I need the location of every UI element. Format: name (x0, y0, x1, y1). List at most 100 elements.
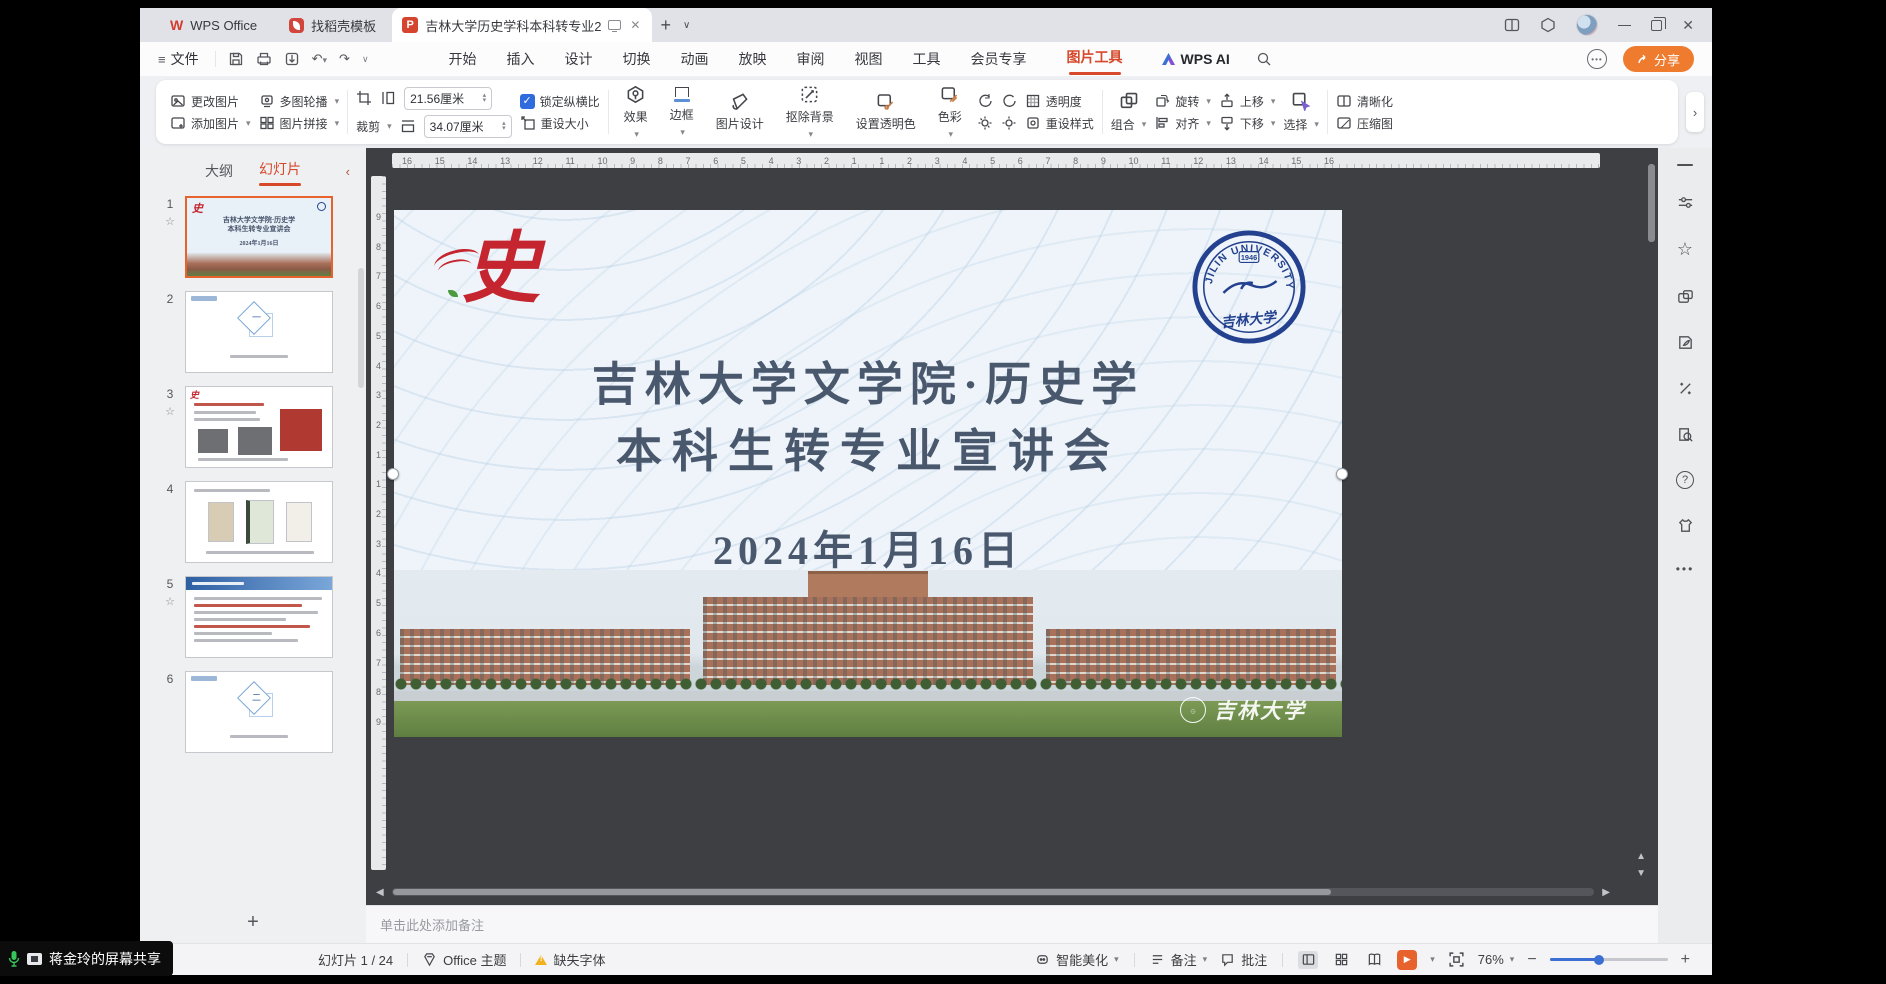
thumbnail-slide-2[interactable]: 一 (185, 291, 333, 373)
height-input[interactable]: 21.56厘米 ▴▾ (404, 87, 492, 110)
split-view-icon[interactable] (1504, 17, 1520, 33)
add-slide-button[interactable] (140, 905, 366, 939)
screen-share-badge[interactable]: 蒋金玲的屏幕共享 (0, 941, 173, 976)
history-logo[interactable]: 史 (440, 224, 550, 319)
thumbnail-slide-5[interactable] (185, 576, 333, 658)
theme-skin-icon[interactable] (1676, 516, 1695, 535)
slide-canvas[interactable]: 1615141312111098765432112345678910111213… (366, 148, 1658, 905)
save-icon[interactable] (228, 51, 244, 67)
sidebar-scrollbar[interactable] (358, 268, 364, 388)
crop-icon[interactable] (356, 90, 372, 106)
slide-editing-area[interactable]: 史 JILIN UNIVERSITY · CHINA 1946 吉林大 (394, 210, 1342, 737)
smart-beautify-button[interactable]: 智能美化▾ (1035, 950, 1119, 969)
reset-style-button[interactable]: 重设样式 (1025, 115, 1094, 132)
menu-tab[interactable]: 切换 (623, 49, 651, 69)
restore-window-icon[interactable] (1651, 20, 1662, 31)
menu-tab[interactable]: 插入 (507, 49, 535, 69)
thumbnail-slide-1[interactable]: 史 吉林大学文学院·历史学本科生转专业宣讲会 2024年1月16日 (185, 196, 333, 278)
tab-outline[interactable]: 大纲 (205, 161, 233, 181)
menu-tab[interactable]: 设计 (565, 49, 593, 69)
slide-title-line2[interactable]: 本科生转专业宣讲会 (394, 415, 1342, 481)
rotate-button[interactable]: 旋转 (1154, 93, 1211, 110)
slide-date[interactable]: 2024年1月16日 (394, 518, 1342, 576)
quickbar-more-chevron-icon[interactable]: ∨ (362, 54, 369, 65)
properties-sliders-icon[interactable] (1676, 193, 1695, 212)
close-window-icon[interactable]: ✕ (1682, 17, 1694, 34)
border-button[interactable]: 边框 (663, 86, 701, 138)
slide-sorter-view-button[interactable] (1331, 951, 1351, 969)
document-search-icon[interactable] (1676, 425, 1695, 444)
previous-slide-button[interactable]: ▲ (1636, 852, 1646, 862)
tab-list-chevron-icon[interactable]: ∨ (679, 20, 694, 31)
normal-view-button[interactable] (1298, 951, 1318, 969)
set-transparent-color-button[interactable]: 设置透明色 (849, 92, 923, 132)
transparency-button[interactable]: 透明度 (1025, 93, 1082, 110)
multi-picture-carousel-button[interactable]: 多图轮播 (259, 93, 340, 110)
comment-button[interactable]: 批注 (1220, 950, 1267, 969)
crop-button[interactable]: 裁剪 (356, 118, 392, 135)
menu-tab[interactable]: 会员专享 (971, 49, 1027, 69)
group-button[interactable]: 组合 (1111, 116, 1147, 133)
selection-handle-right[interactable] (1336, 468, 1348, 480)
effects-button[interactable]: 效果 (617, 85, 655, 140)
color-button[interactable]: 色彩 (931, 85, 969, 140)
width-input[interactable]: 34.07厘米 ▴▾ (424, 115, 512, 138)
menu-tab[interactable]: 动画 (681, 49, 709, 69)
theme-button[interactable]: Office 主题 (422, 950, 506, 969)
help-icon[interactable]: ? (1676, 471, 1694, 489)
campus-photo[interactable]: ۞ 吉林大学 (394, 570, 1342, 737)
print-icon[interactable] (256, 51, 272, 67)
missing-font-warning[interactable]: 缺失字体 (535, 950, 605, 969)
undo-icon[interactable]: ↶▾ (312, 51, 327, 67)
scroll-right-arrow-icon[interactable]: ▶ (1602, 887, 1610, 898)
favorites-star-icon[interactable] (1677, 239, 1693, 260)
zoom-level[interactable]: 76%▾ (1478, 952, 1515, 967)
export-icon[interactable] (284, 51, 300, 67)
app-cube-icon[interactable] (1540, 17, 1556, 33)
vertical-scrollbar[interactable] (1648, 164, 1655, 242)
next-slide-button[interactable]: ▼ (1636, 869, 1646, 879)
minimize-window-icon[interactable] (1618, 25, 1631, 26)
tab-picture-tools-active[interactable]: 图片工具 (1067, 47, 1123, 71)
move-down-button[interactable]: 下移 (1219, 115, 1276, 132)
horizontal-scrollbar[interactable] (392, 888, 1594, 896)
design-assistant-icon[interactable] (1676, 333, 1695, 352)
lock-aspect-ratio-toggle[interactable]: 锁定纵横比 (520, 93, 600, 110)
notes-toggle-button[interactable]: 备注▾ (1150, 950, 1208, 969)
compress-picture-button[interactable]: 压缩图 (1336, 115, 1393, 132)
align-button[interactable]: 对齐 (1154, 115, 1211, 132)
menu-tab[interactable]: 工具 (913, 49, 941, 69)
file-menu-button[interactable]: ≡ 文件 (158, 49, 199, 69)
help-service-icon[interactable]: ••• (1587, 49, 1607, 69)
more-tools-icon[interactable]: ••• (1676, 562, 1695, 576)
width-stepper-icon[interactable]: ▴▾ (502, 121, 506, 131)
menu-tab[interactable]: 开始 (449, 49, 477, 69)
share-button[interactable]: 分享 (1623, 46, 1694, 72)
add-picture-button[interactable]: 添加图片 (170, 115, 251, 132)
notes-bar[interactable]: 单击此处添加备注 (366, 905, 1658, 943)
ribbon-expand-chevron[interactable]: › (1686, 92, 1704, 132)
increase-brightness-icon[interactable] (977, 115, 993, 131)
zoom-out-button[interactable]: − (1527, 952, 1536, 968)
collapse-panel-chevron[interactable]: ‹ (346, 164, 350, 179)
shapes-layers-icon[interactable] (1676, 287, 1695, 306)
wps-ai-button[interactable]: WPS AI (1161, 51, 1230, 67)
collapse-strip-icon[interactable] (1677, 164, 1693, 166)
scroll-left-arrow-icon[interactable]: ◀ (376, 887, 384, 898)
move-up-button[interactable]: 上移 (1219, 93, 1276, 110)
decrease-brightness-icon[interactable] (1001, 115, 1017, 131)
clarify-button[interactable]: 清晰化 (1336, 93, 1393, 110)
redo-icon[interactable]: ↷ (339, 51, 350, 67)
menu-tab[interactable]: 审阅 (797, 49, 825, 69)
magic-wand-icon[interactable] (1676, 379, 1695, 398)
tab-wps-office[interactable]: W WPS Office (154, 8, 273, 42)
zoom-in-button[interactable]: + (1681, 952, 1690, 968)
selection-handle-left[interactable] (387, 468, 399, 480)
change-picture-button[interactable]: 更改图片 (170, 93, 251, 110)
close-tab-icon[interactable]: ✕ (628, 18, 642, 32)
select-button[interactable]: 选择 (1283, 116, 1319, 133)
menu-tab[interactable]: 放映 (739, 49, 767, 69)
checkbox-checked-icon[interactable] (520, 94, 535, 109)
picture-stitch-button[interactable]: 图片拼接 (259, 115, 340, 132)
tab-docer-templates[interactable]: 找稻壳模板 (273, 8, 392, 42)
